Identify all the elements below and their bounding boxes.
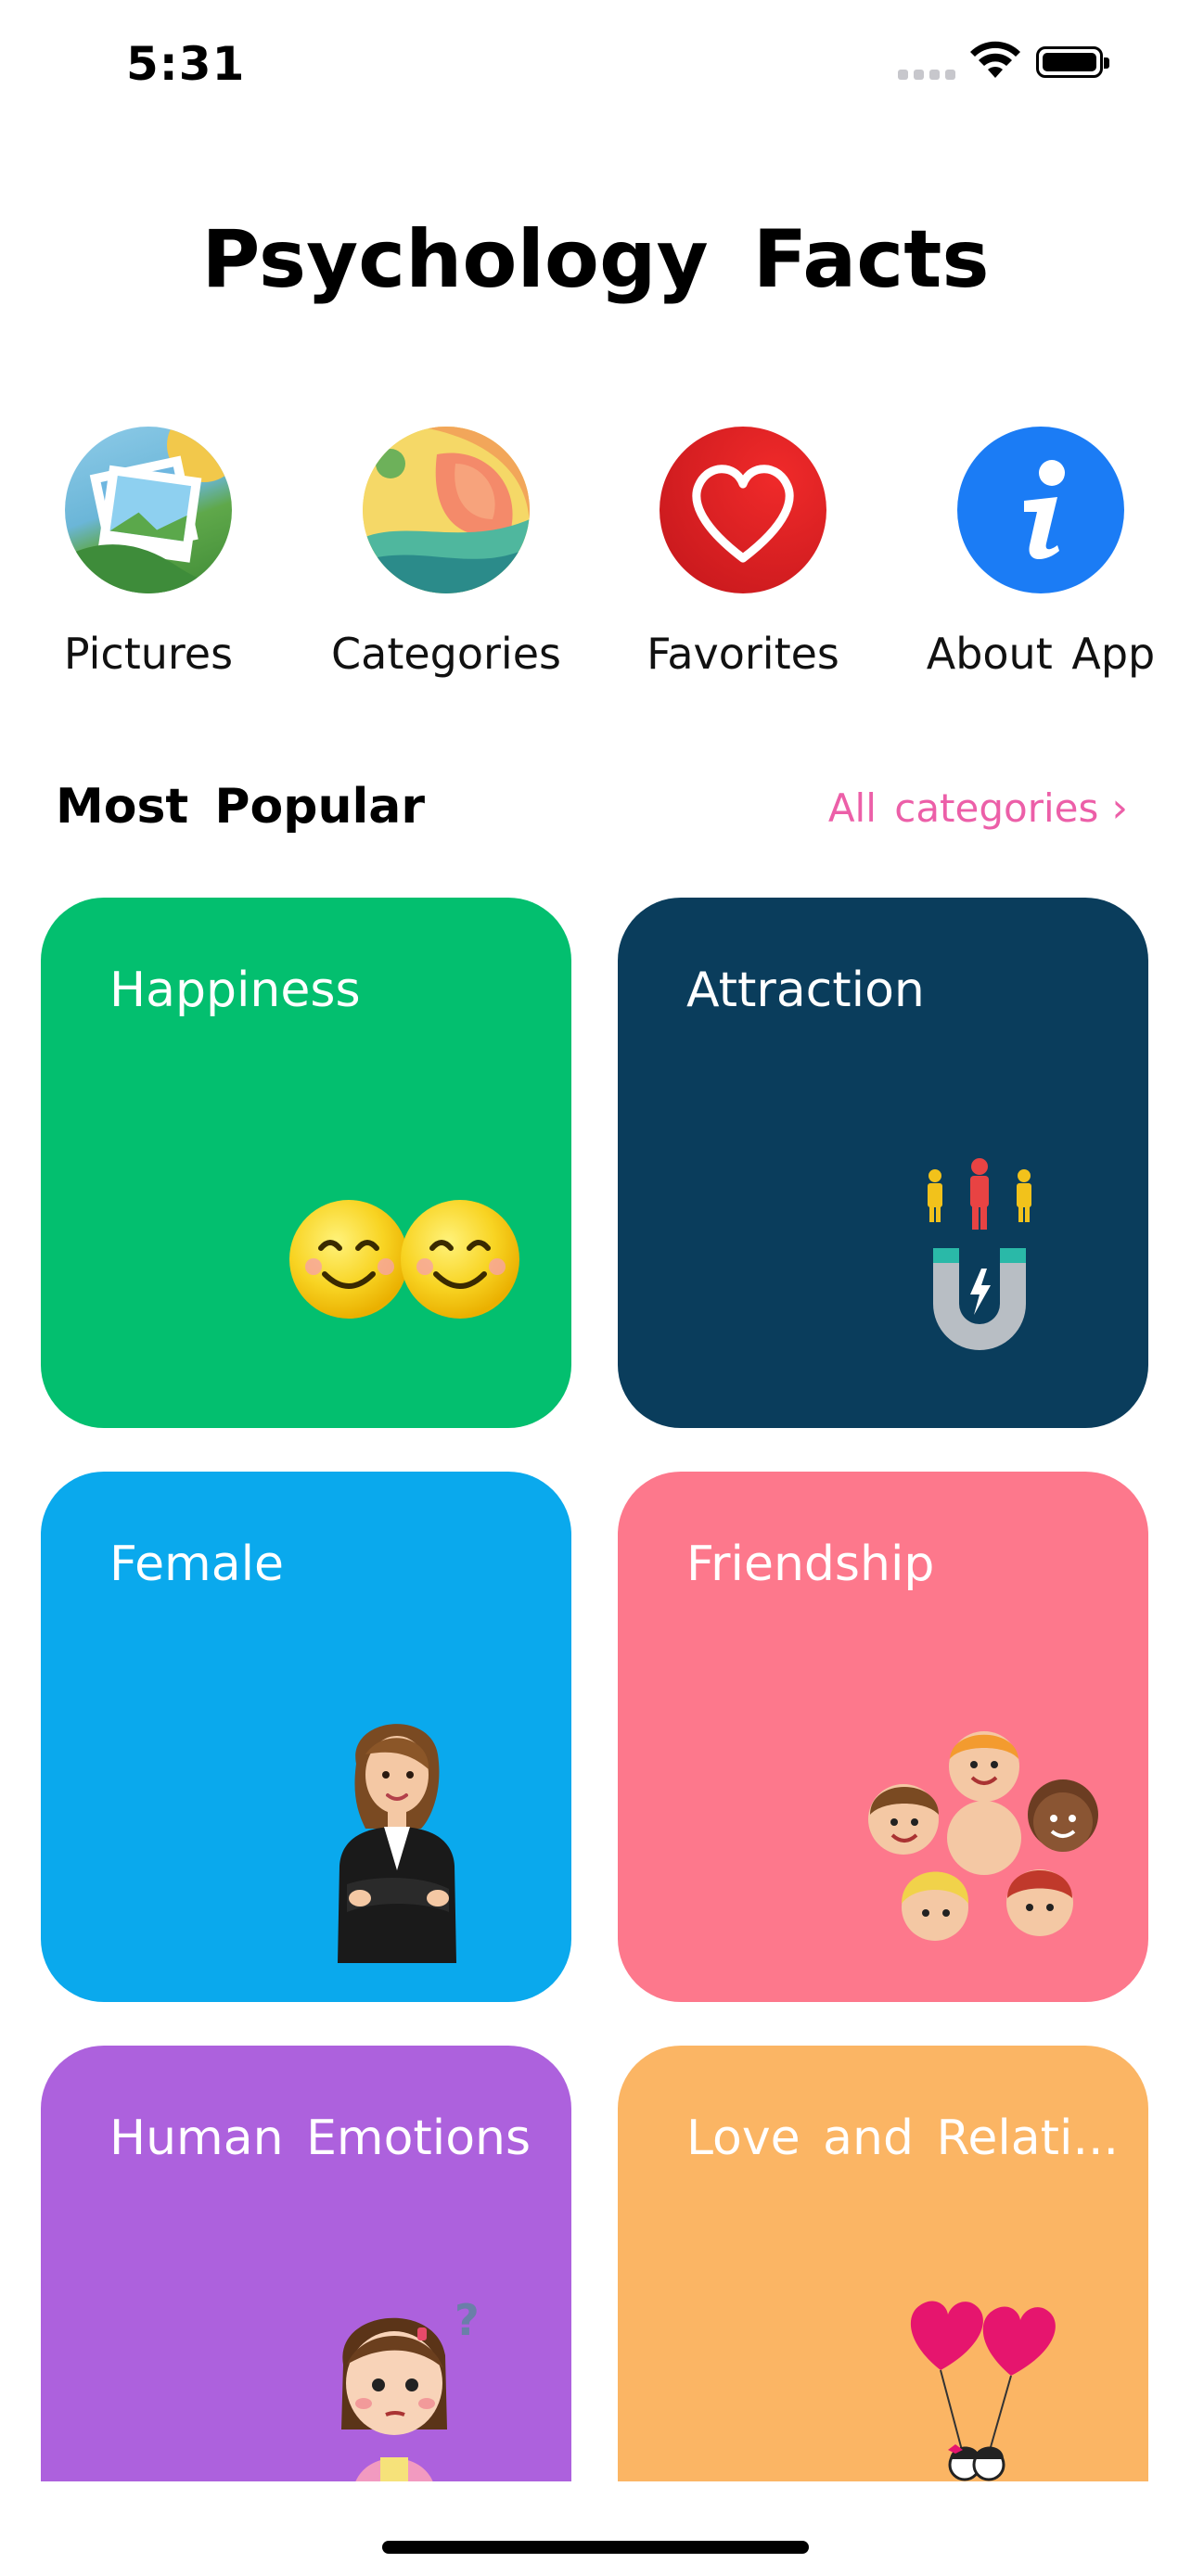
confused-girl-icon: ? [341,2295,480,2494]
card-title: Female [109,1537,285,1592]
wifi-icon [970,41,1020,78]
kids-circle-icon [868,1731,1098,1941]
favorites-label: Favorites [647,629,839,679]
chevron-right-icon: › [1111,784,1128,832]
info-icon [957,427,1124,593]
card-attraction[interactable]: Attraction [618,898,1148,1428]
magnet-people-icon [928,1158,1031,1350]
cellular-signal-icon [898,65,955,80]
card-title: Happiness [109,963,361,1018]
favorites-button[interactable]: Favorites [608,427,877,679]
categories-label: Categories [331,629,561,679]
all-categories-label: All categories [827,785,1099,831]
all-categories-link[interactable]: All categories › [828,784,1128,832]
svg-text:?: ? [455,2295,480,2345]
battery-icon [1036,46,1109,78]
card-female[interactable]: Female [41,1472,571,2002]
section-title: Most Popular [56,779,426,835]
heart-icon [660,427,826,593]
pictures-button[interactable]: Pictures [14,427,283,679]
card-title: Friendship [686,1537,935,1592]
categories-button[interactable]: Categories [312,427,581,679]
love-balloons-icon [910,2301,1056,2481]
card-title: Attraction [686,963,925,1018]
home-indicator[interactable] [382,2541,809,2554]
card-happiness[interactable]: Happiness [41,898,571,1428]
businesswoman-icon [338,1724,456,1963]
pictures-label: Pictures [63,629,234,679]
about-app-button[interactable]: About App [906,427,1175,679]
status-bar: 5:31 [0,0,1191,130]
card-friendship[interactable]: Friendship [618,1472,1148,2002]
pictures-icon [65,427,232,593]
card-title: Love and Relati... [686,2111,1120,2166]
categories-icon [363,427,530,593]
status-time: 5:31 [126,37,246,91]
bottom-safe-area [0,2481,1191,2576]
smiling-faces-icon [289,1200,519,1319]
page-title: Psychology Facts [201,213,990,306]
about-app-label: About App [926,629,1156,679]
card-title: Human Emotions [109,2111,531,2166]
